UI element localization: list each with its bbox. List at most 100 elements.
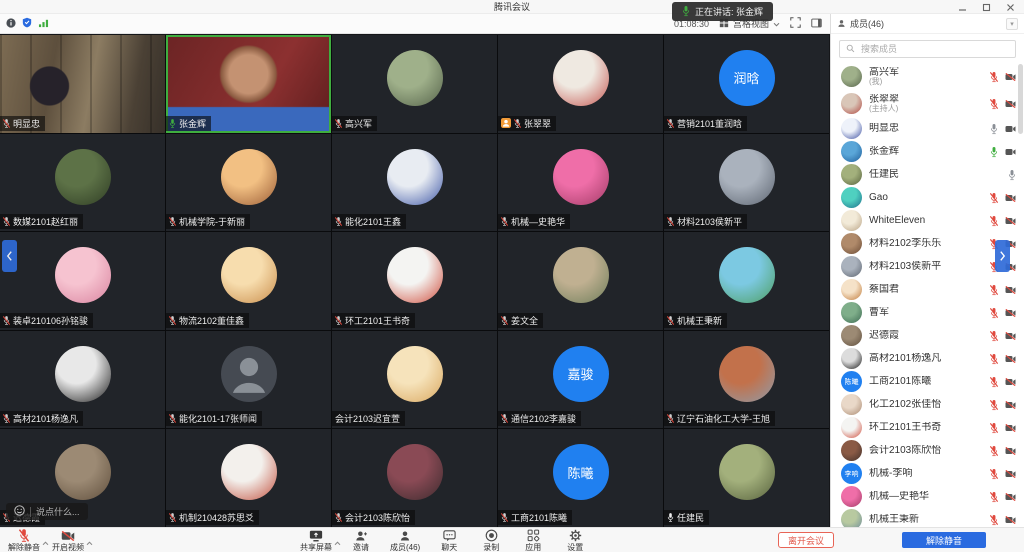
speaking-toast-label: 正在讲话: 张金辉 bbox=[695, 5, 763, 18]
video-grid: 明显忠张金辉高兴军张翠翠润晗营销2101董润晗数媒2101赵红丽机械学院-于新丽… bbox=[0, 35, 829, 527]
video-tile[interactable]: 张金辉 bbox=[166, 35, 331, 133]
previous-page-arrow[interactable] bbox=[2, 240, 17, 272]
video-tile[interactable]: 张翠翠 bbox=[498, 35, 663, 133]
meeting-toolbar-bottom: 解除静音开启视频 共享屏幕邀请成员(46)聊天录制应用设置 离开会议 解除静音 bbox=[0, 527, 1024, 552]
quick-chat-bar[interactable]: 说点什么... bbox=[6, 503, 88, 520]
record-button[interactable]: 录制 bbox=[478, 529, 504, 552]
chevron-up-icon[interactable] bbox=[42, 533, 49, 551]
mic-muted-icon bbox=[169, 413, 176, 424]
video-tile[interactable]: 高兴军 bbox=[332, 35, 497, 133]
close-button[interactable] bbox=[1004, 1, 1016, 13]
member-row[interactable]: 高材2101杨逸凡 bbox=[831, 347, 1024, 370]
cam-off-button[interactable]: 开启视频 bbox=[52, 529, 84, 552]
member-row[interactable]: 曹军 bbox=[831, 301, 1024, 324]
leave-meeting-button[interactable]: 离开会议 bbox=[778, 532, 834, 548]
video-tile[interactable]: 装卓210106孙铭骏 bbox=[0, 232, 165, 330]
meeting-info-icon[interactable] bbox=[6, 15, 16, 33]
member-search-input[interactable] bbox=[859, 43, 1009, 55]
invite-button[interactable]: 邀请 bbox=[348, 529, 374, 552]
member-row[interactable]: 化工2102张佳怡 bbox=[831, 393, 1024, 416]
video-tile[interactable]: 能化2101-17张师闻 bbox=[166, 331, 331, 429]
member-avatar bbox=[841, 93, 862, 114]
member-name: 曹军 bbox=[869, 307, 889, 318]
member-name: 明显忠 bbox=[869, 123, 899, 134]
video-tile[interactable]: 润晗营销2101董润晗 bbox=[664, 35, 829, 133]
video-tile[interactable]: 环工2101王书奇 bbox=[332, 232, 497, 330]
mic-speaking-icon bbox=[990, 146, 998, 158]
video-tile[interactable]: 会计2103迟宜萱 bbox=[332, 331, 497, 429]
member-row[interactable]: 张翠翠(主持人) bbox=[831, 90, 1024, 117]
video-tile[interactable]: 材料2103侯新平 bbox=[664, 134, 829, 232]
emoji-icon[interactable] bbox=[14, 505, 25, 518]
member-row[interactable]: 张金辉 bbox=[831, 140, 1024, 163]
mic-muted-icon bbox=[667, 216, 674, 227]
fullscreen-button[interactable] bbox=[790, 15, 801, 33]
member-name: 材料2103侯新平 bbox=[869, 261, 941, 272]
video-tile[interactable]: 能化2101王鑫 bbox=[332, 134, 497, 232]
chat-button[interactable]: 聊天 bbox=[436, 529, 462, 552]
video-tile[interactable]: 机械王秉新 bbox=[664, 232, 829, 330]
tile-name-label: 工商2101陈曦 bbox=[498, 510, 572, 525]
member-row[interactable]: 机械王秉新 bbox=[831, 508, 1024, 527]
apps-button[interactable]: 应用 bbox=[520, 529, 546, 552]
member-row[interactable]: Gao bbox=[831, 186, 1024, 209]
member-row[interactable]: 任建民 bbox=[831, 163, 1024, 186]
video-tile[interactable]: 机械—史艳华 bbox=[498, 134, 663, 232]
member-row[interactable]: 明显忠 bbox=[831, 117, 1024, 140]
sidebar-more-button[interactable]: ▾ bbox=[1006, 18, 1018, 30]
chevron-up-icon[interactable] bbox=[334, 533, 341, 551]
next-page-arrow[interactable] bbox=[995, 240, 1010, 272]
video-tile[interactable]: 姜文全 bbox=[498, 232, 663, 330]
video-tile[interactable]: 数媒2101赵红丽 bbox=[0, 134, 165, 232]
scrollbar-thumb[interactable] bbox=[1018, 64, 1023, 134]
network-signal-icon[interactable] bbox=[38, 15, 49, 33]
member-row[interactable]: 陈曦工商2101陈曦 bbox=[831, 370, 1024, 393]
sidebar-unmute-all-button[interactable]: 解除静音 bbox=[902, 532, 986, 548]
security-shield-icon[interactable] bbox=[22, 15, 32, 33]
camera-off-icon bbox=[1005, 378, 1016, 386]
video-tile[interactable]: 会计2103陈欣怡 bbox=[332, 429, 497, 527]
screen-button[interactable]: 共享屏幕 bbox=[300, 529, 332, 552]
camera-off-icon bbox=[1005, 332, 1016, 340]
video-tile[interactable]: 机制210428苏思爻 bbox=[166, 429, 331, 527]
mic-off-button[interactable]: 解除静音 bbox=[8, 529, 40, 552]
camera-off-icon bbox=[1005, 401, 1016, 409]
member-row[interactable]: 李响机械-李响 bbox=[831, 462, 1024, 485]
maximize-button[interactable] bbox=[980, 1, 992, 13]
video-tile[interactable]: 明显忠 bbox=[0, 35, 165, 133]
video-tile[interactable]: 任建民 bbox=[664, 429, 829, 527]
settings-button[interactable]: 设置 bbox=[562, 529, 588, 552]
member-name: 工商2101陈曦 bbox=[869, 376, 931, 387]
member-row[interactable]: 蔡国君 bbox=[831, 278, 1024, 301]
member-row[interactable]: WhiteEleven bbox=[831, 209, 1024, 232]
video-tile[interactable]: 物流2102董佳鑫 bbox=[166, 232, 331, 330]
member-name: 机械-李响 bbox=[869, 468, 912, 479]
video-tile[interactable]: 高材2101杨逸凡 bbox=[0, 331, 165, 429]
member-row[interactable]: 机械—史艳华 bbox=[831, 485, 1024, 508]
members-panel-title: 成员(46) bbox=[850, 17, 884, 30]
mic-muted-icon bbox=[990, 353, 998, 365]
member-status-icons bbox=[990, 399, 1016, 411]
sidebar-toggle-button[interactable] bbox=[811, 15, 822, 33]
video-tile[interactable]: 辽宁石油化工大学-王旭 bbox=[664, 331, 829, 429]
member-row[interactable]: 会计2103陈欣怡 bbox=[831, 439, 1024, 462]
chevron-up-icon[interactable] bbox=[86, 533, 93, 551]
video-tile[interactable]: 机械学院-于新丽 bbox=[166, 134, 331, 232]
participant-name: 机械—史艳华 bbox=[511, 215, 565, 228]
video-tile[interactable]: 嘉骏通信2102李嘉骏 bbox=[498, 331, 663, 429]
members-icon bbox=[837, 15, 846, 33]
camera-off-icon bbox=[1005, 355, 1016, 363]
member-search-box[interactable] bbox=[839, 40, 1016, 58]
tile-name-label: 姜文全 bbox=[498, 313, 543, 328]
minimize-button[interactable] bbox=[956, 1, 968, 13]
mic-muted-icon bbox=[3, 216, 10, 227]
video-tile[interactable]: 陈曦工商2101陈曦 bbox=[498, 429, 663, 527]
members-button[interactable]: 成员(46) bbox=[390, 529, 420, 552]
member-row[interactable]: 环工2101王书奇 bbox=[831, 416, 1024, 439]
member-avatar bbox=[841, 325, 862, 346]
member-row[interactable]: 迟德霞 bbox=[831, 324, 1024, 347]
member-name: 机械—史艳华 bbox=[869, 491, 929, 502]
quick-chat-placeholder[interactable]: 说点什么... bbox=[36, 505, 80, 518]
member-row[interactable]: 高兴军(我) bbox=[831, 63, 1024, 90]
members-icon bbox=[399, 529, 411, 542]
